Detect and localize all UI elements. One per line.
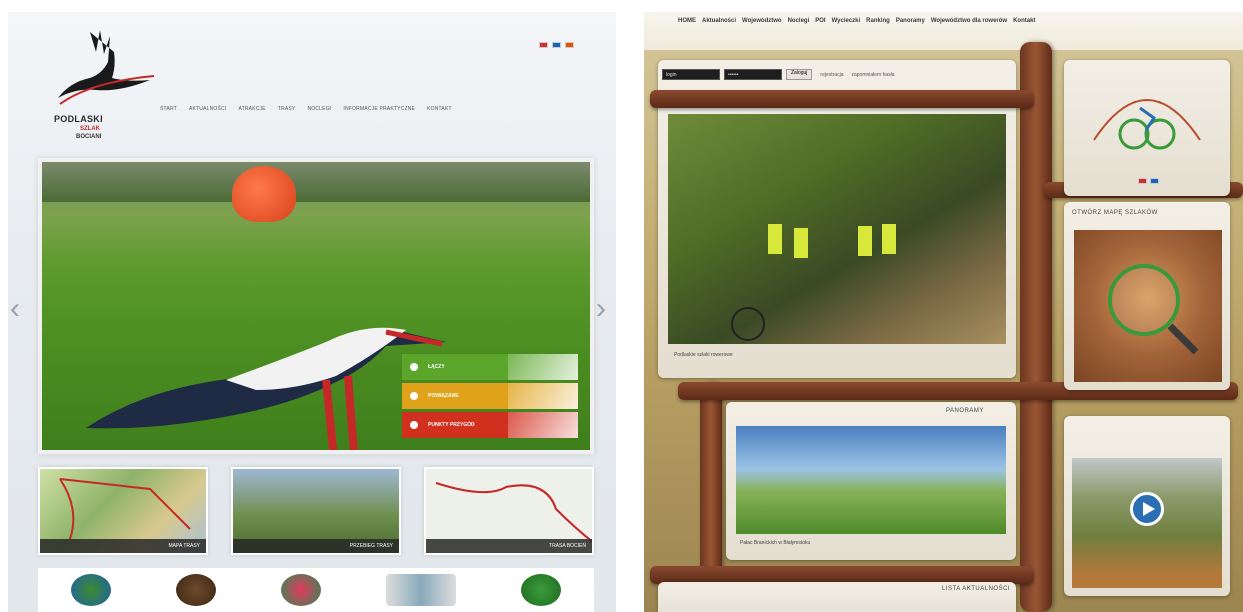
menu-item-home[interactable]: HOME xyxy=(678,18,696,24)
menu-item-poi[interactable]: POI xyxy=(815,18,825,24)
menu-item-bike-region[interactable]: Województwo dla rowerów xyxy=(931,18,1007,24)
panorama-caption: Pałac Branickich w Białymstoku xyxy=(740,540,811,546)
hot-air-balloon xyxy=(232,166,296,222)
cyclists-image xyxy=(731,224,896,341)
menu-item-trips[interactable]: Wycieczki xyxy=(832,18,861,24)
flag-pl-icon[interactable] xyxy=(1138,178,1147,184)
nav-item-news[interactable]: AKTUALNOŚCI xyxy=(189,106,227,112)
cyclists-photo[interactable] xyxy=(668,114,1006,344)
stork-logo-icon xyxy=(58,30,155,105)
thumb-caption: PRZEBIEG TRASY xyxy=(233,539,399,553)
flag-pl-icon[interactable] xyxy=(539,42,548,48)
nav-item-routes[interactable]: TRASY xyxy=(278,106,296,112)
thumb-map[interactable]: MAPA TRASY xyxy=(38,467,208,555)
quick-button-red[interactable]: PUNKTY PRZYGÓD xyxy=(402,412,578,438)
bullet-icon xyxy=(410,421,418,429)
partner-podlasie-icon[interactable] xyxy=(280,574,321,606)
main-photo-caption: Podlaskie szlaki rowerowe xyxy=(674,352,733,358)
map-image[interactable] xyxy=(1074,230,1222,382)
menu-item-lodging[interactable]: Noclegi xyxy=(788,18,810,24)
slider-quick-buttons: ŁĄCZY POWIĄZANE PUNKTY PRZYGÓD xyxy=(402,354,578,441)
nav-item-start[interactable]: START xyxy=(160,106,177,112)
login-button[interactable]: Zaloguj xyxy=(786,69,813,80)
quick-button-label: PUNKTY PRZYGÓD xyxy=(428,422,475,428)
feature-thumbnails: MAPA TRASY PRZEBIEG TRASY TRASA BOCIEŃ xyxy=(38,467,594,555)
bullet-icon xyxy=(410,392,418,400)
partner-tree-icon[interactable] xyxy=(521,574,562,606)
forgot-password-link[interactable]: zapomniałem hasła xyxy=(851,72,894,78)
partner-logo-icon[interactable] xyxy=(70,574,111,606)
quick-button-image xyxy=(508,412,578,438)
quick-button-yellow[interactable]: POWIĄZANE xyxy=(402,383,578,409)
partner-bison-icon[interactable] xyxy=(175,574,216,606)
nav-item-contact[interactable]: KONTAKT xyxy=(427,106,452,112)
flag-en-icon[interactable] xyxy=(552,42,561,48)
thumb-caption: TRASA BOCIEŃ xyxy=(426,539,592,553)
map-heading[interactable]: OTWÓRZ MAPĘ SZLAKÓW xyxy=(1072,210,1158,216)
nav-item-attractions[interactable]: ATRAKCJE xyxy=(238,106,265,112)
slider-next-arrow[interactable]: › xyxy=(596,292,606,326)
language-flags xyxy=(539,42,574,48)
menu-item-contact[interactable]: Kontakt xyxy=(1013,18,1035,24)
wooden-post xyxy=(1020,42,1052,612)
panorama-image[interactable] xyxy=(736,426,1006,534)
bike-region-logo-icon xyxy=(1093,99,1201,150)
quick-button-label: ŁĄCZY xyxy=(428,364,445,370)
register-link[interactable]: rejestracja xyxy=(820,72,843,78)
news-heading[interactable]: LISTA AKTUALNOŚCI xyxy=(942,586,1010,592)
logo-panel xyxy=(1064,60,1230,196)
quick-button-green[interactable]: ŁĄCZY xyxy=(402,354,578,380)
nav-item-lodging[interactable]: NOCLEGI xyxy=(307,106,331,112)
top-menu: HOME Aktualności Województwo Noclegi POI… xyxy=(678,18,1035,24)
logo-line2: SZLAK xyxy=(80,126,100,132)
slider-prev-arrow[interactable]: ‹ xyxy=(10,292,20,326)
menu-item-ranking[interactable]: Ranking xyxy=(866,18,890,24)
logo-line3: BOCIANI xyxy=(76,134,102,140)
thumb-route[interactable]: PRZEBIEG TRASY xyxy=(231,467,401,555)
hero-treeline xyxy=(42,162,590,202)
magnifier-icon xyxy=(1108,264,1199,355)
login-input[interactable] xyxy=(662,69,720,80)
panorama-heading[interactable]: PANORAMY xyxy=(946,408,984,414)
thumb-route-map[interactable]: TRASA BOCIEŃ xyxy=(424,467,594,555)
site-logo[interactable]: PODLASKI SZLAK BOCIANI xyxy=(38,22,178,162)
screenshot-root: PODLASKI SZLAK BOCIANI START AKTUALNOŚCI… xyxy=(0,0,1243,612)
left-website: PODLASKI SZLAK BOCIANI START AKTUALNOŚCI… xyxy=(8,12,616,612)
main-nav: START AKTUALNOŚCI ATRAKCJE TRASY NOCLEGI… xyxy=(160,106,452,112)
right-website: HOME Aktualności Województwo Noclegi POI… xyxy=(644,12,1243,612)
quick-button-image xyxy=(508,354,578,380)
hero-slider: ŁĄCZY POWIĄZANE PUNKTY PRZYGÓD xyxy=(38,158,594,454)
menu-item-region[interactable]: Województwo xyxy=(742,18,782,24)
password-input[interactable] xyxy=(724,69,782,80)
thumb-caption: MAPA TRASY xyxy=(40,539,206,553)
nav-item-info[interactable]: INFORMACJE PRAKTYCZNE xyxy=(343,106,415,112)
flag-en-icon[interactable] xyxy=(1150,178,1159,184)
flag-de-icon[interactable] xyxy=(565,42,574,48)
quick-button-label: POWIĄZANE xyxy=(428,393,459,399)
stork-formation-image xyxy=(86,327,446,450)
menu-item-news[interactable]: Aktualności xyxy=(702,18,736,24)
menu-item-panoramas[interactable]: Panoramy xyxy=(896,18,925,24)
bullet-icon xyxy=(410,363,418,371)
partner-text-logo-icon[interactable] xyxy=(386,574,457,606)
login-form: Zaloguj rejestracja zapomniałem hasła xyxy=(662,69,895,80)
play-icon xyxy=(1142,502,1155,516)
play-button[interactable] xyxy=(1130,492,1164,526)
logo-name: PODLASKI xyxy=(54,114,103,124)
wooden-beam xyxy=(650,90,1034,108)
partners-bar xyxy=(38,568,594,612)
quick-button-image xyxy=(508,383,578,409)
